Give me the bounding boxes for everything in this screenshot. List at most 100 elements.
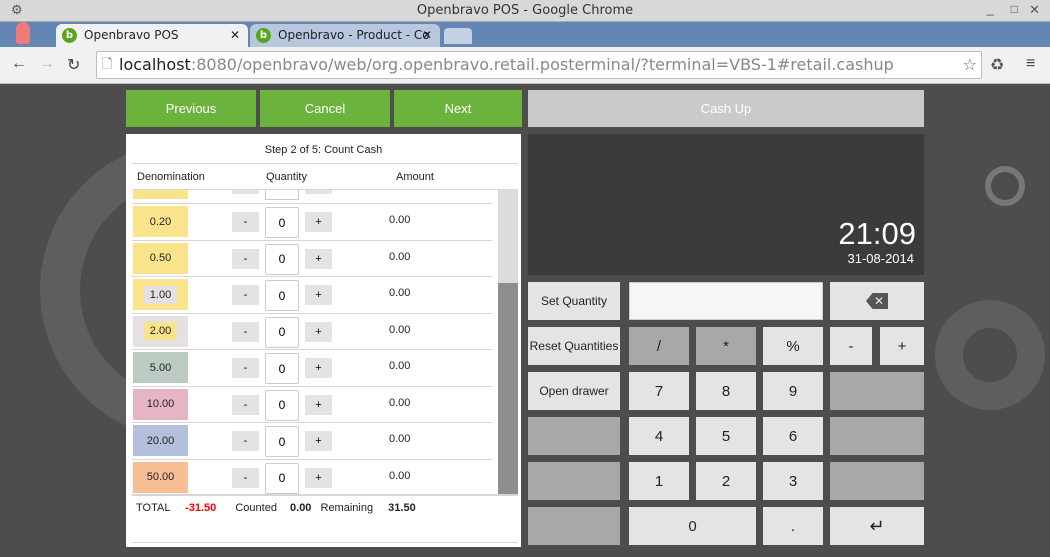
- next-button[interactable]: Next: [394, 90, 522, 127]
- clock-time: 21:09: [838, 216, 916, 251]
- back-icon[interactable]: ←: [11, 55, 27, 73]
- reload-icon[interactable]: ↻: [67, 55, 80, 75]
- reset-quantities-button[interactable]: Reset Quantities: [528, 327, 620, 365]
- decrement-button[interactable]: -: [232, 285, 259, 305]
- denomination-value: 1.00: [143, 285, 178, 304]
- keypad-key[interactable]: *: [696, 327, 756, 365]
- decrement-button[interactable]: -: [232, 321, 259, 342]
- quantity-field[interactable]: 0: [265, 207, 299, 238]
- quantity-field[interactable]: 0: [265, 389, 299, 421]
- keypad-key[interactable]: .: [763, 507, 823, 545]
- minimize-icon[interactable]: _: [987, 1, 994, 16]
- denomination-value: 2.00: [143, 322, 178, 340]
- denomination-row: 2.00 - 0 + 0.00: [132, 312, 492, 350]
- denomination-value: 0.50: [143, 249, 178, 267]
- keypad-input[interactable]: [629, 282, 823, 320]
- tab-label: Openbravo - Product - Co: [278, 28, 430, 42]
- decrement-button[interactable]: -: [232, 431, 259, 451]
- amount-value: 0.00: [389, 323, 411, 336]
- clock-panel: 21:09 31-08-2014: [528, 134, 924, 275]
- increment-button[interactable]: +: [305, 431, 332, 451]
- keypad-key[interactable]: 5: [696, 417, 756, 455]
- gear-icon[interactable]: ⚙: [11, 2, 23, 18]
- count-cash-panel: Step 2 of 5: Count Cash Denomination Qua…: [126, 134, 521, 547]
- keypad-key[interactable]: +: [880, 327, 924, 365]
- menu-icon[interactable]: ≡: [1026, 55, 1035, 73]
- counted-label: Counted: [235, 502, 277, 514]
- empty-key: [528, 507, 620, 545]
- keypad-key[interactable]: /: [629, 327, 689, 365]
- scrollbar-thumb[interactable]: [498, 283, 518, 496]
- amount-value: 0.00: [389, 287, 411, 299]
- step-title: Step 2 of 5: Count Cash: [264, 144, 383, 156]
- backspace-button[interactable]: ✕: [830, 282, 924, 320]
- quantity-field[interactable]: 0: [265, 353, 299, 384]
- total-value: -31.50: [185, 502, 217, 514]
- empty-key: [830, 417, 924, 455]
- scrollbar[interactable]: [498, 190, 518, 496]
- address-bar[interactable]: 🗋 localhost:8080/openbravo/web/org.openb…: [96, 51, 982, 79]
- increment-button[interactable]: +: [305, 285, 332, 305]
- tab-openbravo-product[interactable]: b Openbravo - Product - Co ✕: [250, 24, 440, 47]
- increment-button[interactable]: +: [305, 248, 332, 269]
- background-logo: [985, 166, 1025, 206]
- increment-button[interactable]: +: [305, 467, 332, 488]
- quantity-field[interactable]: 0: [265, 280, 299, 311]
- decrement-button[interactable]: -: [232, 467, 259, 488]
- decrement-button[interactable]: -: [232, 212, 259, 232]
- increment-button[interactable]: +: [305, 321, 332, 342]
- denomination-row: 10.00 - 0 + 0.00: [132, 385, 492, 423]
- keypad-key[interactable]: 7: [629, 372, 689, 410]
- openbravo-logo-icon: b: [62, 28, 77, 43]
- keypad-key[interactable]: 4: [629, 417, 689, 455]
- quantity-field[interactable]: 0: [265, 462, 299, 494]
- enter-button[interactable]: ↵: [830, 507, 924, 545]
- keypad-key[interactable]: 1: [629, 462, 689, 500]
- recycle-extension-icon[interactable]: ♻: [990, 55, 1004, 75]
- denomination-row: 1.00 - 0 + 0.00: [132, 276, 492, 313]
- previous-button[interactable]: Previous: [126, 90, 256, 127]
- quantity-field[interactable]: 0: [265, 243, 299, 275]
- empty-key: [528, 417, 620, 455]
- partial-row: [232, 190, 259, 194]
- denomination-value: 50.00: [140, 468, 181, 486]
- new-tab-button[interactable]: [444, 28, 472, 44]
- decrement-button[interactable]: -: [232, 358, 259, 378]
- tab-bar: b Openbravo POS ✕ b Openbravo - Product - C…: [0, 22, 1050, 47]
- keypad-key[interactable]: 6: [763, 417, 823, 455]
- denomination-value: 5.00: [143, 358, 178, 377]
- cash-up-button[interactable]: Cash Up: [528, 90, 924, 127]
- window-titlebar: ⚙ Openbravo POS - Google Chrome _ □ ✕: [0, 0, 1050, 22]
- profile-icon[interactable]: [16, 22, 30, 44]
- keypad-key[interactable]: %: [763, 327, 823, 365]
- decrement-button[interactable]: -: [232, 394, 259, 415]
- keypad-key[interactable]: 2: [696, 462, 756, 500]
- close-tab-icon[interactable]: ✕: [230, 24, 240, 47]
- tab-label: Openbravo POS: [84, 28, 179, 42]
- quantity-field[interactable]: 0: [265, 316, 299, 348]
- decrement-button[interactable]: -: [232, 248, 259, 269]
- maximize-icon[interactable]: □: [1011, 2, 1018, 16]
- partial-row: [265, 190, 299, 200]
- denomination-row: 0.50 - 0 + 0.00: [132, 239, 492, 277]
- cancel-button[interactable]: Cancel: [260, 90, 390, 127]
- forward-icon[interactable]: →: [39, 55, 55, 73]
- keypad-key[interactable]: 0: [629, 507, 756, 545]
- close-tab-icon[interactable]: ✕: [422, 24, 432, 47]
- increment-button[interactable]: +: [305, 358, 332, 378]
- keypad-key[interactable]: 9: [763, 372, 823, 410]
- divider: [132, 542, 518, 543]
- keypad-key[interactable]: 3: [763, 462, 823, 500]
- keypad-key[interactable]: 8: [696, 372, 756, 410]
- set-quantity-button[interactable]: Set Quantity: [528, 282, 620, 320]
- close-window-icon[interactable]: ✕: [1029, 2, 1040, 18]
- increment-button[interactable]: +: [305, 394, 332, 415]
- denomination-badge: 2.00: [133, 315, 188, 347]
- open-drawer-button[interactable]: Open drawer: [528, 372, 620, 410]
- keypad-key[interactable]: -: [830, 327, 872, 365]
- increment-button[interactable]: +: [305, 212, 332, 232]
- quantity-field[interactable]: 0: [265, 426, 299, 457]
- browser-toolbar: ← → ↻ 🗋 localhost:8080/openbravo/web/org…: [0, 47, 1050, 84]
- bookmark-star-icon[interactable]: ☆: [963, 52, 977, 78]
- tab-openbravo-pos[interactable]: b Openbravo POS ✕: [56, 24, 248, 47]
